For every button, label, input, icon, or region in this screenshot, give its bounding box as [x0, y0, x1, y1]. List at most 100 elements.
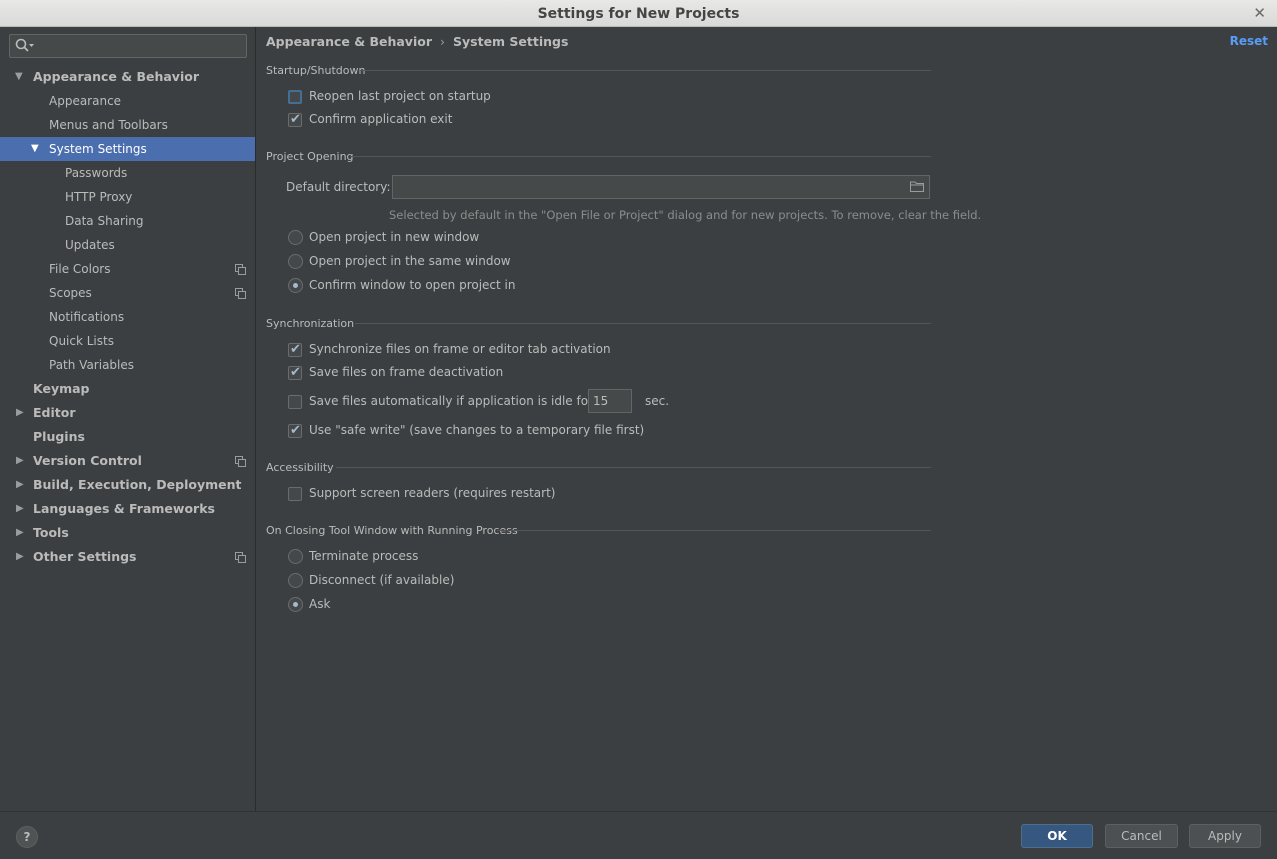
sidebar-item-label: Notifications [49, 310, 125, 324]
copy-settings-icon [235, 456, 246, 467]
window-title: Settings for New Projects [537, 6, 740, 22]
sidebar-item-notifications[interactable]: Notifications [0, 305, 255, 329]
sidebar-item-languages-frameworks[interactable]: ▶ Languages & Frameworks [0, 497, 255, 521]
checkbox-label: Confirm application exit [309, 112, 453, 126]
sidebar-item-scopes[interactable]: Scopes [0, 281, 255, 305]
radio-button [288, 278, 303, 293]
sidebar-item-version-control[interactable]: ▶ Version Control [0, 449, 255, 473]
checkbox-box: ✔ [288, 365, 302, 380]
default-directory-input[interactable] [392, 175, 930, 199]
sidebar-item-label: Version Control [33, 453, 142, 468]
sidebar-item-label: Appearance & Behavior [33, 69, 199, 84]
sidebar-item-updates[interactable]: Updates [0, 233, 255, 257]
radio-button [288, 254, 303, 269]
idle-seconds-unit: sec. [645, 394, 670, 408]
sidebar-item-label: Data Sharing [65, 214, 144, 228]
checkbox-label: Save files automatically if application … [309, 394, 593, 408]
sidebar-item-build-execution-deployment[interactable]: ▶ Build, Execution, Deployment [0, 473, 255, 497]
radio-button [288, 597, 303, 612]
ok-button[interactable]: OK [1021, 824, 1093, 848]
sidebar-item-quick-lists[interactable]: Quick Lists [0, 329, 255, 353]
breadcrumb-parent: Appearance & Behavior [266, 34, 432, 49]
sidebar-item-label: Scopes [49, 286, 92, 300]
sidebar-item-label: HTTP Proxy [65, 190, 133, 204]
expanded-arrow-icon: ▼ [15, 71, 23, 82]
sidebar-item-keymap[interactable]: Keymap [0, 377, 255, 401]
sidebar-item-label: Tools [33, 525, 69, 540]
sidebar-item-tools[interactable]: ▶ Tools [0, 521, 255, 545]
copy-settings-icon [235, 288, 246, 299]
radio-button [288, 230, 303, 245]
checkbox-label: Use "safe write" (save changes to a temp… [309, 423, 645, 437]
group-title-project-opening: Project Opening [266, 150, 354, 163]
search-icon [15, 38, 34, 52]
radio-selected-dot [293, 602, 298, 607]
checkbox-box [288, 395, 302, 409]
idle-seconds-input[interactable]: 15 [588, 389, 632, 413]
close-icon[interactable]: ✕ [1253, 4, 1266, 22]
radio-selected-dot [293, 283, 298, 288]
collapsed-arrow-icon: ▶ [16, 407, 24, 418]
checkbox-label: Reopen last project on startup [309, 89, 491, 103]
checkbox-box: ✔ [288, 423, 302, 438]
checkbox-box: ✔ [288, 112, 302, 127]
settings-content: Appearance & Behavior › System Settings Re… [256, 27, 1277, 811]
group-divider [497, 530, 931, 531]
sidebar-item-label: System Settings [49, 142, 147, 156]
sidebar-item-http-proxy[interactable]: HTTP Proxy [0, 185, 255, 209]
breadcrumb-separator: › [440, 34, 445, 49]
apply-button[interactable]: Apply [1189, 824, 1261, 848]
collapsed-arrow-icon: ▶ [16, 527, 24, 538]
sidebar-item-other-settings[interactable]: ▶ Other Settings [0, 545, 255, 569]
checkmark-icon: ✔ [290, 365, 301, 380]
checkmark-icon: ✔ [290, 342, 301, 357]
radio-label: Open project in new window [309, 230, 480, 244]
checkmark-icon: ✔ [290, 112, 301, 127]
sidebar-item-plugins[interactable]: Plugins [0, 425, 255, 449]
collapsed-arrow-icon: ▶ [16, 551, 24, 562]
checkbox-label: Support screen readers (requires restart… [309, 486, 556, 500]
sidebar-item-appearance[interactable]: Appearance [0, 89, 255, 113]
sidebar-item-passwords[interactable]: Passwords [0, 161, 255, 185]
checkmark-icon: ✔ [290, 423, 301, 438]
radio-label: Confirm window to open project in [309, 278, 516, 292]
sidebar-item-appearance-behavior[interactable]: ▼ Appearance & Behavior [0, 65, 255, 89]
folder-icon[interactable] [910, 180, 924, 192]
sidebar-item-path-variables[interactable]: Path Variables [0, 353, 255, 377]
collapsed-arrow-icon: ▶ [16, 479, 24, 490]
checkbox-box: ✔ [288, 342, 302, 357]
sidebar-item-label: Menus and Toolbars [49, 118, 168, 132]
collapsed-arrow-icon: ▶ [16, 503, 24, 514]
checkbox-label: Save files on frame deactivation [309, 365, 504, 379]
sidebar-item-file-colors[interactable]: File Colors [0, 257, 255, 281]
radio-button [288, 573, 303, 588]
sidebar-item-system-settings[interactable]: ▼ System Settings [0, 137, 255, 161]
sidebar-item-menus-toolbars[interactable]: Menus and Toolbars [0, 113, 255, 137]
sidebar-item-label: Path Variables [49, 358, 135, 372]
group-divider [336, 467, 931, 468]
sidebar-item-data-sharing[interactable]: Data Sharing [0, 209, 255, 233]
sidebar-item-label: Editor [33, 405, 76, 420]
group-title-startup: Startup/Shutdown [266, 64, 366, 77]
search-field[interactable] [9, 34, 247, 58]
default-directory-hint: Selected by default in the "Open File or… [389, 208, 982, 222]
sidebar-item-label: Other Settings [33, 549, 137, 564]
help-button[interactable]: ? [16, 826, 38, 848]
sidebar-item-label: Updates [65, 238, 115, 252]
group-title-synchronization: Synchronization [266, 317, 355, 330]
collapsed-arrow-icon: ▶ [16, 455, 24, 466]
title-bar: Settings for New Projects ✕ [0, 0, 1277, 27]
reset-link[interactable]: Reset [1230, 34, 1268, 48]
cancel-button[interactable]: Cancel [1105, 824, 1178, 848]
group-divider [355, 323, 931, 324]
default-directory-label: Default directory: [286, 180, 391, 194]
radio-label: Disconnect (if available) [309, 573, 455, 587]
copy-settings-icon [235, 264, 246, 275]
settings-sidebar: ▼ Appearance & Behavior Appearance Menus… [0, 27, 256, 811]
sidebar-item-label: File Colors [49, 262, 111, 276]
sidebar-item-label: Languages & Frameworks [33, 501, 215, 516]
sidebar-item-label: Plugins [33, 429, 85, 444]
sidebar-item-label: Keymap [33, 381, 90, 396]
sidebar-item-editor[interactable]: ▶ Editor [0, 401, 255, 425]
radio-label: Open project in the same window [309, 254, 511, 268]
